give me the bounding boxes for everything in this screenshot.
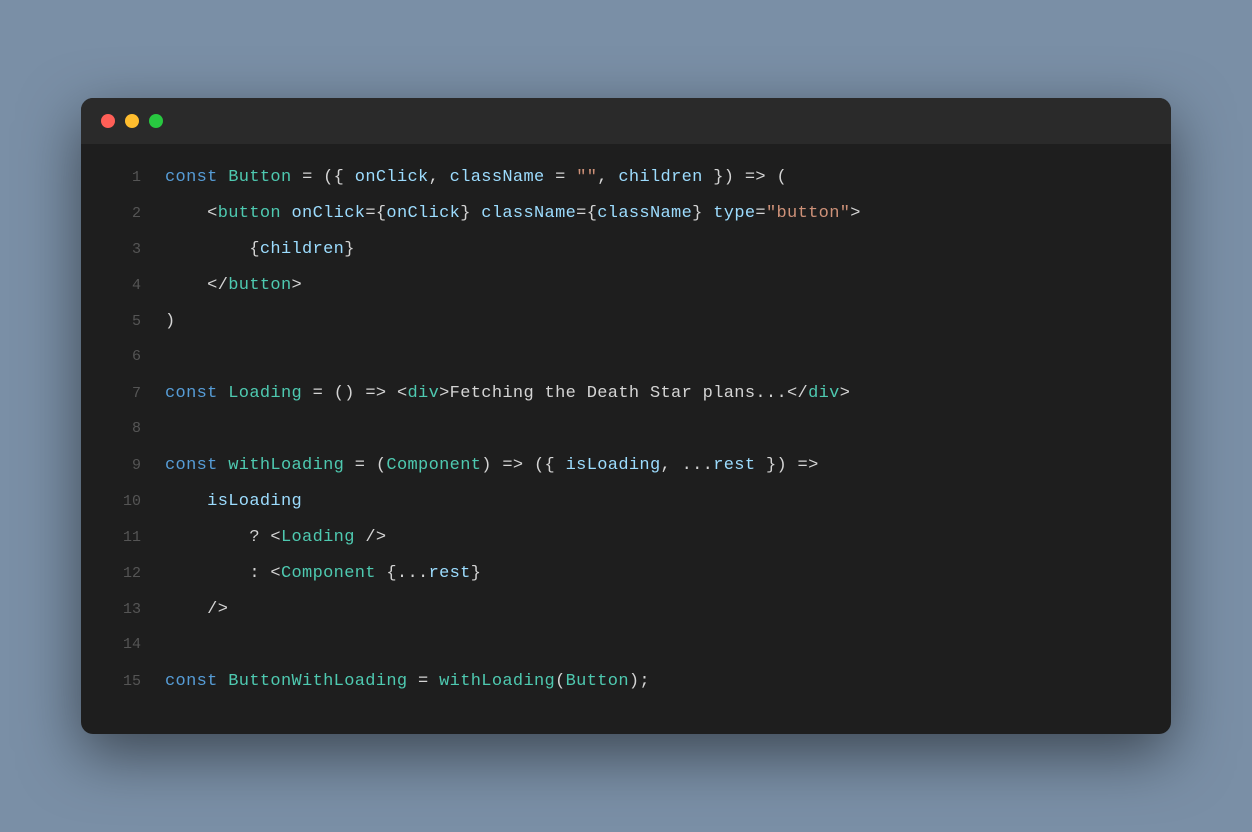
- code-text: : <Component {...rest}: [165, 560, 481, 589]
- code-text: const Button = ({ onClick, className = "…: [165, 164, 787, 193]
- line-number: 11: [101, 525, 141, 551]
- line-number: 6: [101, 344, 141, 370]
- line-number: 8: [101, 416, 141, 442]
- line-number: 1: [101, 165, 141, 191]
- code-line-14: 14: [81, 632, 1171, 668]
- line-number: 14: [101, 632, 141, 658]
- line-number: 3: [101, 237, 141, 263]
- line-number: 2: [101, 201, 141, 227]
- code-text: ): [165, 308, 176, 337]
- code-line-12: 12 : <Component {...rest}: [81, 560, 1171, 596]
- code-text: isLoading: [165, 488, 302, 517]
- code-line-1: 1 const Button = ({ onClick, className =…: [81, 164, 1171, 200]
- maximize-button[interactable]: [149, 114, 163, 128]
- code-line-8: 8: [81, 416, 1171, 452]
- line-number: 4: [101, 273, 141, 299]
- code-text: const Loading = () => <div>Fetching the …: [165, 380, 850, 409]
- code-line-15: 15 const ButtonWithLoading = withLoading…: [81, 668, 1171, 704]
- code-line-9: 9 const withLoading = (Component) => ({ …: [81, 452, 1171, 488]
- title-bar: [81, 98, 1171, 144]
- minimize-button[interactable]: [125, 114, 139, 128]
- code-text: </button>: [165, 272, 302, 301]
- code-line-13: 13 />: [81, 596, 1171, 632]
- code-editor: 1 const Button = ({ onClick, className =…: [81, 144, 1171, 734]
- line-number: 15: [101, 669, 141, 695]
- code-line-3: 3 {children}: [81, 236, 1171, 272]
- code-text: <button onClick={onClick} className={cla…: [165, 200, 861, 229]
- code-line-4: 4 </button>: [81, 272, 1171, 308]
- code-text: {children}: [165, 236, 355, 265]
- code-text: ? <Loading />: [165, 524, 386, 553]
- line-number: 7: [101, 381, 141, 407]
- code-line-5: 5 ): [81, 308, 1171, 344]
- line-number: 10: [101, 489, 141, 515]
- code-line-7: 7 const Loading = () => <div>Fetching th…: [81, 380, 1171, 416]
- line-number: 9: [101, 453, 141, 479]
- code-text: />: [165, 596, 228, 625]
- code-line-11: 11 ? <Loading />: [81, 524, 1171, 560]
- code-window: 1 const Button = ({ onClick, className =…: [81, 98, 1171, 734]
- code-line-6: 6: [81, 344, 1171, 380]
- code-text: const ButtonWithLoading = withLoading(Bu…: [165, 668, 650, 697]
- code-line-2: 2 <button onClick={onClick} className={c…: [81, 200, 1171, 236]
- line-number: 13: [101, 597, 141, 623]
- line-number: 12: [101, 561, 141, 587]
- code-line-10: 10 isLoading: [81, 488, 1171, 524]
- code-text: const withLoading = (Component) => ({ is…: [165, 452, 819, 481]
- close-button[interactable]: [101, 114, 115, 128]
- line-number: 5: [101, 309, 141, 335]
